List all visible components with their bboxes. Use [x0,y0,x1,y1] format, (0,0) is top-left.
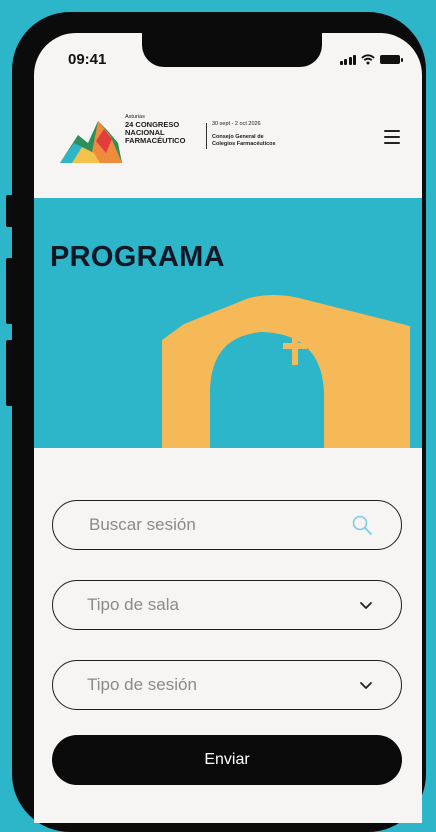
church-illustration [162,295,410,448]
site-header: Asturias 24 CONGRESO NACIONAL FARMACÉUTI… [34,103,422,198]
congress-logo[interactable] [60,113,122,163]
org-line-1: Consejo General de [212,133,264,140]
submit-button[interactable]: Enviar [52,735,402,785]
logo-meta: 30 sept - 2 oct 2026 Consejo General de … [212,121,276,148]
hero-banner: PROGRAMA [34,198,422,448]
session-type-select[interactable]: Tipo de sesión [52,660,402,710]
search-input[interactable] [87,514,351,536]
hamburger-menu-icon[interactable] [384,130,400,144]
wifi-icon [361,54,375,65]
search-field[interactable] [52,500,402,550]
room-type-select[interactable]: Tipo de sala [52,580,402,630]
logo-title: Asturias 24 CONGRESO NACIONAL FARMACÉUTI… [125,114,186,145]
status-time: 09:41 [68,51,107,68]
battery-icon [380,55,403,64]
phone-screen: 09:41 Asturias 24 CONGRESO NACIONAL FARM… [34,33,422,823]
event-dates: 30 sept - 2 oct 2026 [212,121,261,127]
session-type-label: Tipo de sesión [87,675,197,694]
signal-icon [339,54,356,65]
org-line-2: Colegios Farmacéuticos [212,140,276,147]
logo-divider [206,123,207,149]
page-title: PROGRAMA [50,241,225,273]
search-icon[interactable] [351,514,373,536]
phone-notch [142,33,322,67]
chevron-down-icon[interactable] [359,601,373,610]
room-type-label: Tipo de sala [87,595,179,614]
logo-line-3: FARMACÉUTICO [125,135,186,145]
chevron-down-icon[interactable] [359,681,373,690]
status-icons [339,54,403,65]
